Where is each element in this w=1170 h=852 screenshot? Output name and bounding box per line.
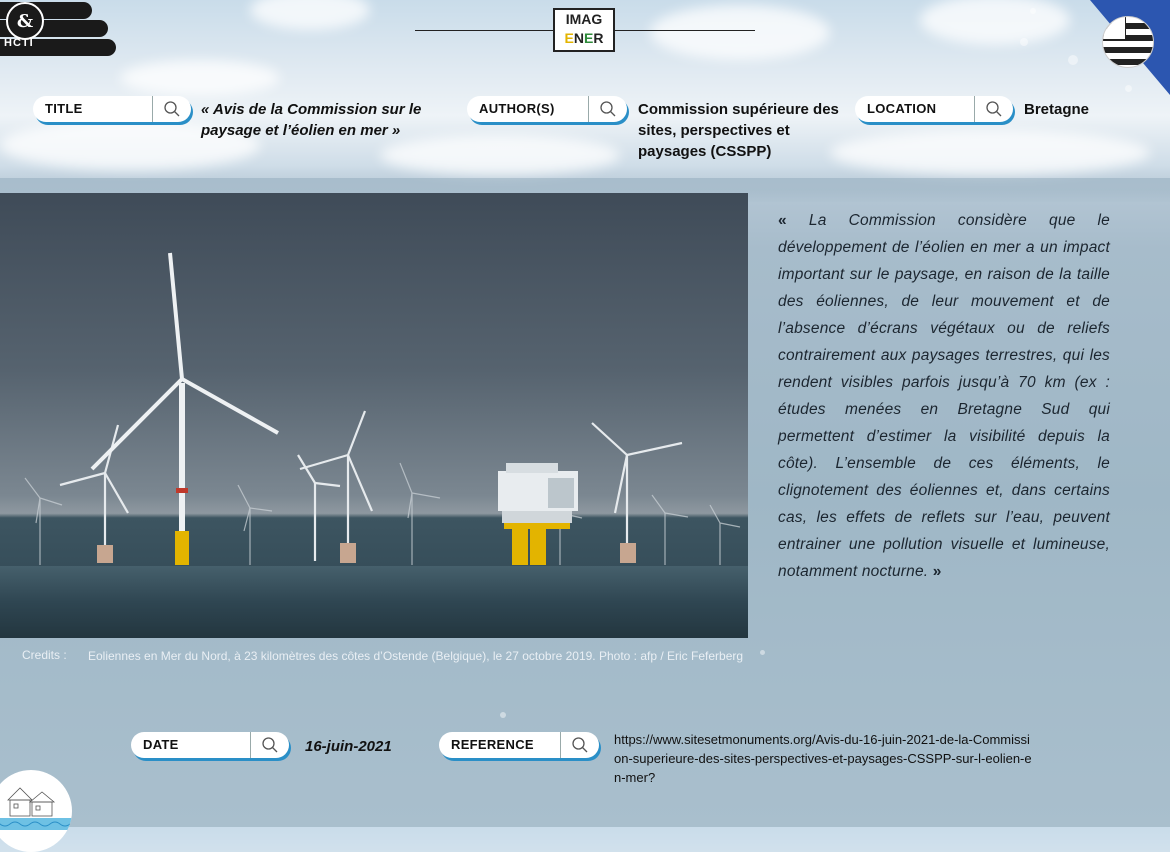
village-sketch-badge (0, 770, 72, 852)
search-icon[interactable] (152, 96, 191, 122)
authors-field[interactable]: AUTHOR(S) (467, 96, 627, 122)
bubble (1030, 8, 1036, 14)
search-icon[interactable] (974, 96, 1013, 122)
location-value: Bretagne (1024, 101, 1090, 118)
credits-text: Eoliennes en Mer du Nord, à 23 kilomètre… (88, 649, 744, 663)
credits-label: Credits : (22, 648, 67, 662)
brand-letter: E (584, 30, 594, 46)
search-icon[interactable] (560, 732, 599, 758)
bubble (500, 712, 506, 718)
reference-field[interactable]: REFERENCE (439, 732, 599, 758)
sky-cloud (920, 0, 1070, 45)
logo-text: HCTI (4, 37, 34, 49)
brand-rule-right (615, 30, 755, 31)
authors-label: AUTHOR(S) (479, 101, 555, 116)
bubble (1020, 38, 1028, 46)
title-field[interactable]: TITLE (33, 96, 191, 122)
brand-line1: IMAG (565, 11, 603, 27)
logo-emblem: & (6, 2, 44, 40)
title-label: TITLE (45, 101, 83, 116)
brand-letter: N (573, 30, 584, 46)
reference-label: REFERENCE (451, 737, 534, 752)
title-value: « Avis de la Commission sur le paysage e… (201, 101, 422, 139)
breton-flag-icon (1102, 16, 1154, 68)
date-value: 16-juin-2021 (305, 738, 392, 755)
brand-line2: ENER (555, 29, 613, 48)
brand-letter: E (564, 30, 574, 46)
quote-body: La Commission considère que le développe… (778, 212, 1110, 580)
quote-text: « La Commission considère que le dévelop… (778, 207, 1110, 585)
search-icon[interactable] (588, 96, 627, 122)
sky-cloud (120, 60, 280, 96)
location-label: LOCATION (867, 101, 937, 116)
wind-farm-photo (0, 193, 748, 638)
search-icon[interactable] (250, 732, 289, 758)
brand-rule-left (415, 30, 553, 31)
authors-value: Commission supérieure des sites, perspec… (638, 101, 839, 160)
sky-cloud (830, 130, 1150, 175)
brand-letter: R (593, 30, 604, 46)
date-field[interactable]: DATE (131, 732, 289, 758)
sky-cloud (650, 5, 830, 60)
location-field[interactable]: LOCATION (855, 96, 1013, 122)
date-label: DATE (143, 737, 179, 752)
quote-close-mark: » (932, 563, 942, 580)
bubble (760, 650, 765, 655)
sky-cloud (380, 135, 620, 175)
imagener-logo: IMAG ENER (553, 8, 615, 52)
bubble (1068, 55, 1078, 65)
sky-cloud (250, 0, 370, 30)
reference-link[interactable]: https://www.sitesetmonuments.org/Avis-du… (614, 730, 1034, 787)
quote-open-mark: « (778, 212, 787, 229)
